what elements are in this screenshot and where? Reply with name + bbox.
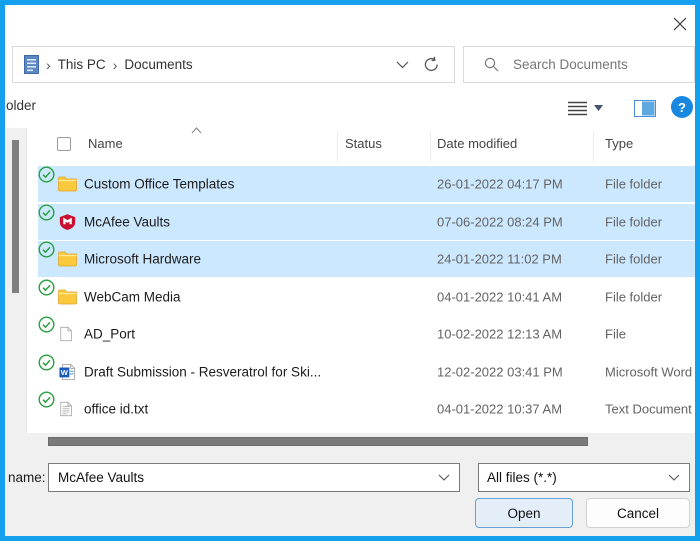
text-file-icon bbox=[60, 400, 75, 418]
chevron-down-icon[interactable] bbox=[438, 474, 450, 481]
select-all-checkbox[interactable] bbox=[57, 137, 71, 151]
cropped-nav-item-icon bbox=[0, 316, 4, 324]
file-icon bbox=[60, 325, 75, 343]
preview-pane-button[interactable] bbox=[633, 97, 657, 119]
file-type: File folder bbox=[605, 252, 662, 267]
column-header-name[interactable]: Name bbox=[88, 136, 123, 151]
file-date-modified: 12-02-2022 03:41 PM bbox=[437, 364, 563, 379]
status-synced-icon bbox=[38, 316, 55, 333]
file-row[interactable]: Microsoft Hardware 24-01-2022 11:02 PM F… bbox=[38, 241, 695, 277]
breadcrumb-separator: › bbox=[113, 57, 118, 73]
column-header-date-modified[interactable]: Date modified bbox=[437, 136, 517, 151]
help-button[interactable]: ? bbox=[671, 96, 693, 118]
breadcrumb-separator: › bbox=[46, 57, 51, 73]
search-box[interactable] bbox=[463, 46, 695, 83]
chevron-down-icon bbox=[668, 474, 680, 481]
toolbar: older ? bbox=[5, 88, 695, 128]
status-synced-icon bbox=[38, 241, 55, 258]
close-button[interactable] bbox=[666, 11, 694, 37]
open-button[interactable]: Open bbox=[475, 498, 573, 528]
cancel-button[interactable]: Cancel bbox=[586, 498, 690, 528]
file-type: File folder bbox=[605, 289, 662, 304]
file-name: Microsoft Hardware bbox=[84, 252, 201, 267]
file-date-modified: 04-01-2022 10:41 AM bbox=[437, 289, 562, 304]
svg-text:W: W bbox=[61, 368, 69, 377]
search-input[interactable] bbox=[511, 56, 694, 73]
sort-ascending-icon bbox=[191, 127, 202, 134]
file-name: McAfee Vaults bbox=[84, 214, 170, 229]
file-row[interactable]: W Draft Submission - Resveratrol for Ski… bbox=[38, 354, 695, 390]
breadcrumb-this-pc[interactable]: This PC bbox=[58, 57, 106, 72]
file-date-modified: 24-01-2022 11:02 PM bbox=[437, 252, 562, 267]
column-header-type[interactable]: Type bbox=[605, 136, 633, 151]
file-name-combobox[interactable] bbox=[48, 463, 460, 492]
file-name-input[interactable] bbox=[56, 469, 438, 486]
navigation-pane-cropped bbox=[5, 128, 27, 450]
word-doc-icon: W bbox=[59, 363, 76, 381]
titlebar bbox=[5, 5, 695, 41]
address-dropdown-chevron-icon[interactable] bbox=[396, 61, 409, 69]
cropped-nav-item-icon bbox=[0, 355, 4, 360]
vertical-scrollbar-thumb[interactable] bbox=[12, 140, 19, 293]
help-icon: ? bbox=[678, 100, 686, 115]
file-name: WebCam Media bbox=[84, 289, 181, 304]
view-dropdown-caret-icon bbox=[594, 105, 603, 111]
document-location-icon bbox=[24, 55, 39, 74]
cancel-button-label: Cancel bbox=[617, 506, 659, 521]
status-synced-icon bbox=[38, 166, 55, 183]
status-synced-icon bbox=[38, 391, 55, 408]
status-synced-icon bbox=[38, 354, 55, 371]
file-date-modified: 10-02-2022 12:13 AM bbox=[437, 327, 562, 342]
file-name: AD_Port bbox=[84, 327, 135, 342]
breadcrumb-documents[interactable]: Documents bbox=[124, 57, 192, 72]
file-date-modified: 04-01-2022 10:37 AM bbox=[437, 402, 562, 417]
file-date-modified: 26-01-2022 04:17 PM bbox=[437, 177, 563, 192]
folder-icon bbox=[58, 176, 77, 193]
folder-icon bbox=[58, 251, 77, 268]
refresh-icon[interactable] bbox=[423, 56, 440, 73]
open-file-dialog: › This PC › Documents older bbox=[0, 0, 700, 541]
file-name-label-cropped: name: bbox=[8, 470, 46, 485]
mcafee-shield-icon bbox=[58, 213, 77, 230]
horizontal-scrollbar-track[interactable] bbox=[5, 433, 695, 450]
change-view-button[interactable] bbox=[568, 96, 610, 120]
horizontal-scrollbar-thumb[interactable] bbox=[48, 437, 588, 446]
column-header-status[interactable]: Status bbox=[345, 136, 382, 151]
folder-icon bbox=[58, 288, 77, 305]
file-type: File bbox=[605, 327, 626, 342]
open-button-label: Open bbox=[507, 506, 540, 521]
cropped-nav-item-icon bbox=[0, 404, 4, 413]
file-list: Custom Office Templates 26-01-2022 04:17… bbox=[27, 162, 695, 433]
file-row[interactable]: office id.txt 04-01-2022 10:37 AM Text D… bbox=[38, 391, 695, 427]
file-type: File folder bbox=[605, 177, 662, 192]
address-bar[interactable]: › This PC › Documents bbox=[12, 46, 455, 83]
cropped-nav-item-icon bbox=[0, 436, 4, 446]
file-type: File folder bbox=[605, 214, 662, 229]
file-row[interactable]: AD_Port 10-02-2022 12:13 AM File bbox=[38, 316, 695, 352]
file-row[interactable]: McAfee Vaults 07-06-2022 08:24 PM File f… bbox=[38, 204, 695, 240]
file-type-select[interactable]: All files (*.*) bbox=[478, 463, 690, 492]
cropped-nav-item-icon bbox=[0, 336, 4, 341]
footer: name: All files (*.*) Open Cancel bbox=[5, 450, 695, 536]
file-name: Custom Office Templates bbox=[84, 177, 234, 192]
new-folder-button-cropped[interactable]: older bbox=[6, 98, 36, 113]
status-synced-icon bbox=[38, 279, 55, 296]
file-name: Draft Submission - Resveratrol for Ski..… bbox=[84, 364, 321, 379]
file-name: office id.txt bbox=[84, 402, 148, 417]
search-icon bbox=[484, 57, 499, 72]
file-row[interactable]: WebCam Media 04-01-2022 10:41 AM File fo… bbox=[38, 279, 695, 315]
file-type: Microsoft Word bbox=[605, 364, 692, 379]
file-type: Text Document bbox=[605, 402, 692, 417]
column-header-row: Name Status Date modified Type bbox=[27, 128, 695, 162]
list-view-icon bbox=[568, 101, 587, 116]
file-type-selected-value: All files (*.*) bbox=[487, 470, 668, 485]
status-synced-icon bbox=[38, 204, 55, 221]
file-date-modified: 07-06-2022 08:24 PM bbox=[437, 214, 563, 229]
file-row[interactable]: Custom Office Templates 26-01-2022 04:17… bbox=[38, 166, 695, 202]
close-icon bbox=[671, 15, 689, 33]
preview-pane-icon bbox=[634, 100, 656, 117]
